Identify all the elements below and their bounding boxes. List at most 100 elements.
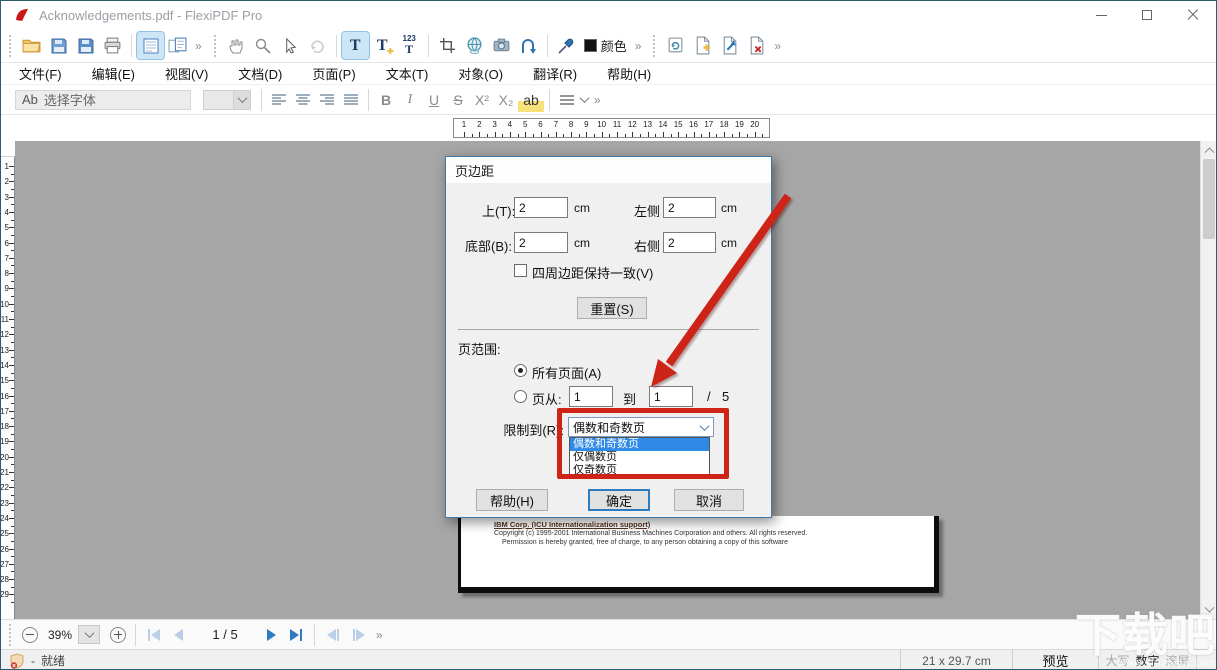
first-page-button[interactable] — [148, 629, 160, 641]
h-ruler-minor-tick — [625, 134, 626, 137]
dialog-title[interactable]: 页边距 — [446, 157, 771, 183]
menu-item-0[interactable]: 文件(F) — [7, 62, 74, 85]
uniform-margins-checkbox[interactable] — [514, 264, 527, 277]
delete-page-button[interactable] — [743, 32, 770, 59]
maximize-icon — [1142, 10, 1152, 20]
snapshot-button[interactable] — [488, 32, 515, 59]
v-ruler-number: 5 — [1, 223, 9, 232]
menu-item-5[interactable]: 文本(T) — [374, 62, 441, 85]
paragraph-number-button[interactable]: 123T — [396, 32, 423, 59]
minimize-button[interactable] — [1078, 1, 1124, 29]
all-pages-radio[interactable] — [514, 364, 527, 377]
rotate-view-button[interactable] — [304, 32, 331, 59]
maximize-button[interactable] — [1124, 1, 1170, 29]
previous-page-button[interactable] — [174, 629, 183, 641]
toolbar-overflow-chevron[interactable]: » — [631, 39, 646, 53]
v-ruler-minor-tick — [11, 587, 14, 588]
reflow-button[interactable] — [515, 32, 542, 59]
select-tool-button[interactable] — [277, 32, 304, 59]
print-button[interactable] — [99, 32, 126, 59]
h-ruler-tick — [495, 132, 496, 137]
strikethrough-button[interactable]: S — [446, 88, 470, 112]
font-size-combo[interactable] — [203, 90, 251, 110]
menu-item-6[interactable]: 对象(O) — [446, 62, 515, 85]
vertical-scrollbar[interactable] — [1200, 141, 1216, 619]
align-right-button[interactable] — [315, 88, 339, 112]
toolbar-grip[interactable] — [214, 35, 217, 57]
underline-button[interactable]: U — [422, 88, 446, 112]
zoom-combo-button[interactable] — [78, 625, 100, 644]
h-ruler-number: 19 — [733, 120, 745, 129]
align-center-button[interactable] — [291, 88, 315, 112]
close-icon — [1187, 9, 1199, 21]
size-dropdown-button[interactable] — [233, 91, 250, 109]
insert-text-button[interactable]: T✚ — [369, 32, 396, 59]
color-picker[interactable]: 颜色 — [580, 32, 631, 59]
menu-item-3[interactable]: 文档(D) — [226, 62, 294, 85]
toolbar-grip[interactable] — [653, 35, 656, 57]
color-label: 颜色 — [601, 36, 627, 55]
font-selector[interactable]: Ab 选择字体 — [15, 90, 191, 110]
menu-item-7[interactable]: 翻译(R) — [521, 62, 589, 85]
view-forward-button[interactable] — [353, 629, 365, 641]
scroll-down-button[interactable] — [1201, 602, 1217, 619]
single-page-view-button[interactable] — [137, 32, 164, 59]
close-button[interactable] — [1170, 1, 1216, 29]
scroll-up-button[interactable] — [1201, 141, 1217, 158]
zoom-tool-button[interactable] — [250, 32, 277, 59]
menu-item-1[interactable]: 编辑(E) — [80, 62, 147, 85]
nav-overflow-chevron[interactable]: » — [372, 628, 387, 642]
format-overflow-chevron[interactable]: » — [590, 93, 605, 107]
hand-tool-button[interactable] — [223, 32, 250, 59]
align-justify-button[interactable] — [339, 88, 363, 112]
toolbar-grip[interactable] — [9, 35, 12, 57]
h-ruler-minor-tick — [671, 134, 672, 137]
edit-text-button[interactable]: T — [342, 32, 369, 59]
scrollbar-thumb[interactable] — [1203, 159, 1215, 239]
bottom-margin-input[interactable] — [514, 232, 568, 253]
cancel-button[interactable]: 取消 — [674, 489, 744, 511]
facing-pages-view-button[interactable] — [164, 32, 191, 59]
navbar-grip[interactable] — [9, 624, 12, 646]
superscript-button[interactable]: X² — [470, 88, 494, 112]
v-ruler-tick — [9, 166, 14, 167]
page-from-radio[interactable] — [514, 390, 527, 403]
save-button[interactable] — [45, 32, 72, 59]
last-page-button[interactable] — [290, 629, 302, 641]
align-left-button[interactable] — [267, 88, 291, 112]
ruler-band: 1234567891011121314151617181920 — [1, 115, 1216, 141]
save-as-button[interactable] — [72, 32, 99, 59]
h-ruler-number: 18 — [718, 120, 730, 129]
toolbar-overflow-chevron[interactable]: » — [191, 39, 206, 53]
line-style-button[interactable] — [555, 88, 579, 112]
pdf-page[interactable]: IBM Corp. (ICU Internationalization supp… — [458, 516, 939, 593]
crop-tool-button[interactable] — [434, 32, 461, 59]
rotate-page-button[interactable] — [662, 32, 689, 59]
eyedropper-button[interactable] — [553, 32, 580, 59]
link-tool-button[interactable] — [461, 32, 488, 59]
open-button[interactable] — [18, 32, 45, 59]
extract-page-button[interactable] — [716, 32, 743, 59]
chevron-down-icon[interactable] — [580, 93, 590, 103]
triangle-right-icon — [290, 629, 299, 641]
toolbar-overflow-chevron[interactable]: » — [770, 39, 785, 53]
next-page-button[interactable] — [267, 629, 276, 641]
from-page-input[interactable] — [569, 386, 613, 407]
menu-item-8[interactable]: 帮助(H) — [595, 62, 663, 85]
bold-button[interactable]: B — [374, 88, 398, 112]
preview-mode-button[interactable]: 预览 — [1012, 650, 1098, 670]
add-page-button[interactable] — [689, 32, 716, 59]
zoom-out-button[interactable] — [22, 627, 38, 643]
ok-button[interactable]: 确定 — [588, 489, 650, 511]
v-ruler-minor-tick — [11, 480, 14, 481]
menu-item-4[interactable]: 页面(P) — [300, 62, 367, 85]
help-button[interactable]: 帮助(H) — [476, 489, 548, 511]
highlight-button[interactable]: ab — [518, 88, 544, 112]
top-margin-input[interactable] — [514, 197, 568, 218]
view-back-button[interactable] — [327, 629, 339, 641]
zoom-in-button[interactable] — [110, 627, 126, 643]
menu-item-2[interactable]: 视图(V) — [153, 62, 220, 85]
v-ruler-minor-tick — [11, 204, 14, 205]
italic-button[interactable]: I — [398, 88, 422, 112]
subscript-button[interactable]: X₂ — [494, 88, 518, 112]
